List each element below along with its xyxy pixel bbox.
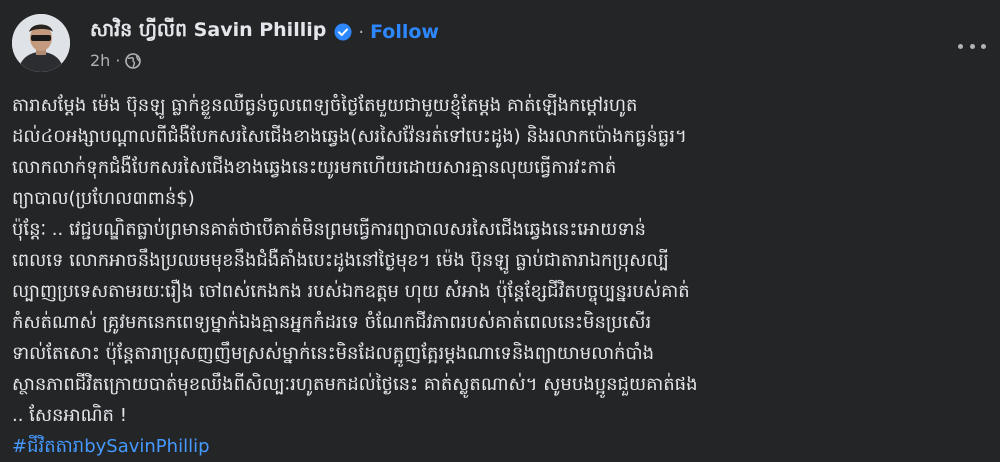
post-text-line: ដល់៤០អង្សាបណ្តាលពីជំងឺបែកសរសៃជើងខាងឆ្វេង… [12,126,687,147]
author-avatar[interactable] [12,14,70,72]
author-line: សាវិន ហ្វីលីព Savin Phillip · Follow [90,18,439,46]
avatar-photo [12,14,70,72]
post-meta: 2h · [90,51,142,70]
post-text-line: ប៉ុន្តែៈ .. វេជ្ជបណ្ឌិតធ្លាប់ព្រមានគាត់ថ… [12,219,646,240]
hashtag-link[interactable]: #ជីវិតតារាbySavinPhillip [12,436,210,457]
more-dot [958,43,963,49]
post-text-line: ទាល់តែសោះ ប៉ុន្តែតារាប្រុសញញឹមស្រស់ម្នាក… [12,343,655,364]
post-text-line: .. សែនអាណិត ! [12,405,127,426]
post-header: សាវិន ហ្វីលីព Savin Phillip · Follow 2h … [12,14,988,74]
post-timestamp[interactable]: 2h [90,51,110,70]
more-options-icon[interactable] [958,36,986,56]
separator-dot: · [115,51,121,70]
verified-badge-icon [334,23,352,41]
post-text-line: លោកលាក់ទុកជំងឺបែកសរសៃជើងខាងឆ្វេងនេះយូរមក… [12,157,617,178]
globe-icon[interactable] [125,52,142,69]
post-text-line: ពេលទេ លោកអាចនឹងប្រឈមមុខនឹងជំងឺគាំងបេះដូង… [12,250,669,271]
post-body: តារាសម្តែង ម៉េង ប៊ុនឡូ ធ្លាក់ខ្លួនឈឺធ្ងន… [12,90,982,462]
post-text-line: ព្យាបាល(ប្រហែល៣ពាន់$) [12,188,195,209]
post-text-line: តារាសម្តែង ម៉េង ប៊ុនឡូ ធ្លាក់ខ្លួនឈឺធ្ងន… [12,95,638,116]
post-text-line: ស្ថានភាពជីវិតក្រោយបាត់មុខឈឹងពីសិល្បៈរហូត… [12,374,698,395]
author-name[interactable]: សាវិន ហ្វីលីព Savin Phillip [90,18,326,46]
more-dot [981,43,986,49]
post-text-line: កំសត់ណាស់ គ្រូវមកនេកពេទ្យម្នាក់ឯងគ្មានអ្… [12,312,652,333]
separator-dot: · [358,21,365,43]
post-text-line: ល្បាញប្រទេសតាមរយៈរឿង ចៅពស់កេងកង របស់ឯកឧត… [12,281,690,302]
more-dot [969,43,975,49]
follow-button[interactable]: Follow [370,21,439,43]
